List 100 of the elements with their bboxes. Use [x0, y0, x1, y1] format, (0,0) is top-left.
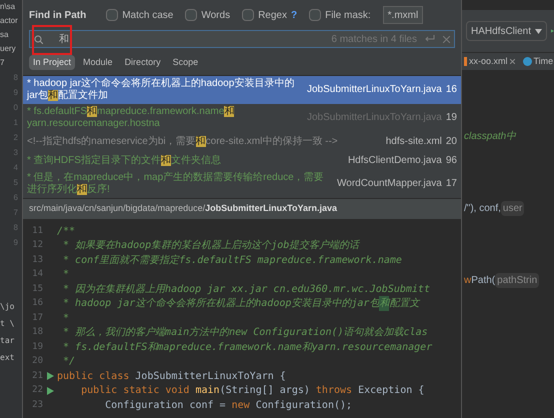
line-number: 18 [31, 326, 43, 339]
code-text: * 因为在集群机器上用hadoop jar xx.jar cn.edu360.mr.wc.JobSubmitt [62, 282, 430, 297]
result-line: 96 [446, 154, 457, 166]
dialog-title: Find in Path [29, 8, 86, 22]
caret-icon [535, 28, 542, 34]
option-label: Words [201, 8, 230, 22]
help-link[interactable]: ? [290, 8, 298, 22]
result-text: * hadoop jar这个命令会将所在机器上的hadoop安装目录中的jar包和配置文件加 [27, 78, 296, 102]
run-icon[interactable] [46, 386, 54, 395]
clipped-text: n\sa [0, 1, 16, 13]
option-label: File mask: [325, 8, 371, 22]
code-text: classpath中 [464, 130, 516, 144]
code-text: w [464, 274, 472, 288]
line-number: 19 [31, 340, 43, 354]
result-line: 17 [446, 178, 457, 190]
file-mask-field[interactable]: *.mxml [382, 6, 424, 24]
code-text: * 那么，我们的客户端main方法中的new Configuration()语句就会加载clas [62, 326, 428, 340]
result-row[interactable]: * 但是，在mapreduce中，map产生的数据需要传输给reduce，需要进行序列化和反序! WordCountMapper.java 17 [23, 170, 461, 198]
code-text: * fs.defaultFS和mapreduce.framework.name和yarn.resourcemanager [62, 340, 432, 355]
line-number: 22 [31, 384, 43, 397]
result-line: 16 [446, 84, 457, 96]
scope-tab[interactable]: Module [79, 55, 117, 70]
line-number: 20 [31, 355, 43, 368]
run-config-dropdown[interactable]: HAHdfsClient [466, 21, 548, 41]
result-text: * 查询HDFS指定目录下的文件和文件夹信息 [27, 154, 222, 166]
result-row[interactable]: * 查询HDFS指定目录下的文件和文件夹信息 HdfsClientDemo.java 96 [23, 151, 461, 170]
result-text: * 但是，在mapreduce中，map产生的数据需要传输给reduce，需要进行序列化和反序! [27, 172, 325, 196]
file-icon [464, 57, 467, 66]
code-text: * [62, 268, 70, 282]
clipped-text: ext [0, 352, 16, 364]
code-text: Configuration(); [256, 398, 352, 413]
code-text: * conf里面就不需要指定fs.defaultFS mapreduce.framework.name [62, 254, 402, 268]
search-text: 和 [58, 32, 69, 46]
close-icon[interactable] [510, 59, 515, 64]
parameter-hint: user [500, 200, 524, 216]
result-line: 19 [446, 112, 457, 124]
editor-tab[interactable]: xx-oo.xml [464, 54, 515, 68]
editor-tab[interactable]: Time [522, 54, 554, 68]
clipped-text: sa [0, 29, 10, 41]
clipped-text: tar [0, 335, 16, 347]
line-number: 12 [31, 239, 43, 252]
line-number: 13 [31, 254, 43, 266]
code-text: public class [57, 370, 130, 384]
result-file: JobSubmitterLinuxToYarn.java [306, 84, 442, 96]
result-row[interactable]: * hadoop jar这个命令会将所在机器上的hadoop安装目录中的jar包和配置文件加 JobSubmitterLinuxToYarn.java 16 [23, 76, 461, 104]
option-label: Regex [258, 8, 287, 22]
code-text: /** [57, 224, 76, 239]
code-text: 和 [379, 296, 390, 312]
code-text: main [195, 384, 220, 398]
code-text: public static void [80, 384, 190, 398]
scope-tab[interactable]: In Project [29, 55, 76, 70]
clipped-text: t \ [0, 318, 16, 330]
clipped-text: 7 [0, 57, 6, 69]
checkbox[interactable] [309, 9, 322, 21]
option-label: Match case [122, 8, 174, 22]
clear-icon[interactable] [443, 36, 450, 42]
option-checkbox[interactable]: Words [185, 8, 230, 22]
scope-tab[interactable]: Directory [120, 55, 165, 70]
code-text: new [232, 398, 251, 413]
result-file: WordCountMapper.java [337, 178, 442, 190]
line-number: 23 [31, 398, 43, 412]
result-file: hdfs-site.xml [386, 136, 442, 148]
enter-icon[interactable] [425, 35, 435, 43]
code-text: * hadoop jar这个命令会将所在机器上的hadoop安装目录中的jar包 [62, 296, 380, 312]
code-text: (String[] args) [220, 384, 311, 398]
line-number: 16 [31, 297, 43, 310]
run-icon[interactable] [46, 372, 54, 380]
file-path: src/main/java/cn/sanjun/bigdata/mapreduce/ [29, 202, 206, 216]
result-line: 20 [446, 136, 457, 148]
line-number: 11 [31, 224, 43, 238]
code-text: JobSubmitterLinuxToYarn { [135, 370, 286, 384]
result-text: * fs.defaultFS和mapreduce.framework.name和 yarn.resourcemanager.hostna [27, 106, 236, 130]
option-checkbox[interactable]: File mask: [309, 8, 371, 22]
code-text: throws [316, 384, 354, 398]
code-text: /"), conf, [464, 202, 501, 216]
checkbox[interactable] [242, 9, 254, 21]
code-text: Path( [471, 274, 496, 288]
code-text: Exception { [358, 384, 424, 398]
highlight-annotation [32, 25, 72, 55]
parameter-hint: pathStrin [495, 272, 540, 288]
line-number: 14 [31, 268, 43, 281]
code-text: * [62, 312, 70, 326]
search-icon [34, 34, 43, 44]
checkbox[interactable] [106, 9, 118, 21]
code-text: Configuration conf = [104, 398, 227, 413]
line-number: 17 [31, 312, 43, 324]
code-text: * 如果要在hadoop集群的某台机器上启动这个job提交客户端的话 [62, 238, 360, 254]
file-name: JobSubmitterLinuxToYarn.java [205, 202, 337, 216]
clipped-text: uery [0, 43, 17, 55]
class-icon [522, 57, 532, 66]
checkbox[interactable] [185, 9, 198, 21]
code-text: */ [62, 355, 76, 370]
code-text: 配置文 [389, 296, 420, 312]
scope-tab[interactable]: Scope [168, 55, 202, 70]
clipped-text: \jo [0, 301, 16, 313]
clipped-text: actor [0, 15, 19, 27]
result-file: HdfsClientDemo.java [348, 154, 442, 166]
option-checkbox[interactable]: Match case [106, 8, 174, 22]
option-checkbox[interactable]: Regex ? [242, 8, 298, 22]
line-number: 15 [31, 282, 43, 296]
